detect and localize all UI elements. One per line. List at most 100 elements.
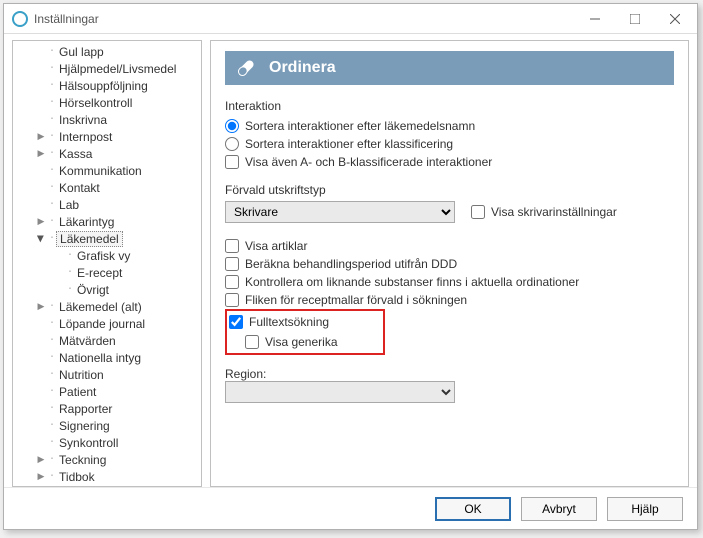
check-ddd[interactable]: Beräkna behandlingsperiod utifrån DDD — [225, 255, 674, 273]
ok-button[interactable]: OK — [435, 497, 511, 521]
expander-spacer — [35, 80, 47, 92]
radio-sort-name-input[interactable] — [225, 119, 239, 133]
check-generika[interactable]: Visa generika — [229, 333, 377, 351]
tree-item[interactable]: ·Gul lapp — [13, 43, 201, 60]
minimize-button[interactable] — [575, 5, 615, 33]
tree-item[interactable]: ▶·Läkemedel — [13, 230, 201, 247]
tree-item[interactable]: ·Kommunikation — [13, 162, 201, 179]
tree-item-label: Teckning — [56, 453, 109, 467]
cancel-button[interactable]: Avbryt — [521, 497, 597, 521]
tree-item[interactable]: ·Löpande journal — [13, 315, 201, 332]
maximize-button[interactable] — [615, 5, 655, 33]
radio-sort-name[interactable]: Sortera interaktioner efter läkemedelsna… — [225, 117, 674, 135]
tree-item[interactable]: ·Patient — [13, 383, 201, 400]
tree-item[interactable]: ▶·Läkemedel (alt) — [13, 298, 201, 315]
check-similar-substances-input[interactable] — [225, 275, 239, 289]
tree-item-label: Inskrivna — [56, 113, 110, 127]
tree-item-label: Kontakt — [56, 181, 103, 195]
check-similar-substances[interactable]: Kontrollera om liknande substanser finns… — [225, 273, 674, 291]
chevron-icon[interactable]: ▶ — [35, 216, 47, 228]
tree-item[interactable]: ·Rapporter — [13, 400, 201, 417]
tree-item[interactable]: ·E-recept — [13, 264, 201, 281]
tree-item[interactable]: ·Lab — [13, 196, 201, 213]
tree-item[interactable]: ·Signering — [13, 417, 201, 434]
expander-spacer — [35, 403, 47, 415]
tree-item[interactable]: ·Nationella intyg — [13, 349, 201, 366]
expander-spacer — [35, 97, 47, 109]
region-select[interactable] — [225, 381, 455, 403]
tree-item[interactable]: ▶·Tidbok — [13, 468, 201, 485]
tree-dots: · — [49, 454, 54, 465]
tree-item[interactable]: ▶·Internpost — [13, 128, 201, 145]
window-title: Inställningar — [34, 12, 575, 26]
tree-item-label: Gul lapp — [56, 45, 107, 59]
tree-item-label: Nationella intyg — [56, 351, 144, 365]
chevron-icon[interactable]: ▶ — [35, 148, 47, 160]
tree-item[interactable]: ·Hälsouppföljning — [13, 77, 201, 94]
tree-item[interactable]: ·Hörselkontroll — [13, 94, 201, 111]
settings-window: Inställningar ·Gul lapp·Hjälpmedel/Livsm… — [3, 3, 698, 530]
check-fulltext[interactable]: Fulltextsökning — [229, 313, 377, 331]
expander-spacer — [35, 437, 47, 449]
tree-dots: · — [49, 199, 54, 210]
tree-item[interactable]: ·Inskrivna — [13, 111, 201, 128]
chevron-icon[interactable]: ▶ — [35, 454, 47, 466]
check-show-articles[interactable]: Visa artiklar — [225, 237, 674, 255]
tree-item[interactable]: ▶·Kassa — [13, 145, 201, 162]
tree-dots: · — [49, 301, 54, 312]
expander-spacer — [35, 386, 47, 398]
chevron-icon[interactable]: ▶ — [35, 301, 47, 313]
tree-item[interactable]: ·Mätvärden — [13, 332, 201, 349]
check-recipe-tab-input[interactable] — [225, 293, 239, 307]
chevron-icon[interactable]: ▶ — [35, 233, 47, 245]
check-printer-settings-input[interactable] — [471, 205, 485, 219]
nav-tree[interactable]: ·Gul lapp·Hjälpmedel/Livsmedel·Hälsouppf… — [12, 40, 202, 487]
tree-item[interactable]: ▶·Läkarintyg — [13, 213, 201, 230]
expander-spacer — [53, 250, 65, 262]
chevron-icon[interactable]: ▶ — [35, 471, 47, 483]
check-recipe-tab[interactable]: Fliken för receptmallar förvald i söknin… — [225, 291, 674, 309]
tree-item-label: Synkontroll — [56, 436, 121, 450]
expander-spacer — [35, 352, 47, 364]
tree-item[interactable]: ·Synkontroll — [13, 434, 201, 451]
close-button[interactable] — [655, 5, 695, 33]
check-show-articles-input[interactable] — [225, 239, 239, 253]
panel-header: Ordinera — [225, 51, 674, 85]
check-printer-settings[interactable]: Visa skrivarinställningar — [471, 203, 617, 221]
tree-dots: · — [49, 148, 54, 159]
tree-item[interactable]: ·Nutrition — [13, 366, 201, 383]
tree-dots: · — [67, 250, 72, 261]
tree-dots: · — [49, 182, 54, 193]
tree-item[interactable]: ·Kontakt — [13, 179, 201, 196]
radio-sort-class[interactable]: Sortera interaktioner efter klassificeri… — [225, 135, 674, 153]
tree-dots: · — [49, 63, 54, 74]
tree-item-label: Kommunikation — [56, 164, 145, 178]
tree-dots: · — [49, 233, 54, 244]
tree-item[interactable]: ·Hjälpmedel/Livsmedel — [13, 60, 201, 77]
titlebar: Inställningar — [4, 4, 697, 34]
chevron-icon[interactable]: ▶ — [35, 131, 47, 143]
help-button[interactable]: Hjälp — [607, 497, 683, 521]
tree-item-label: Kassa — [56, 147, 95, 161]
check-show-ab-input[interactable] — [225, 155, 239, 169]
tree-dots: · — [49, 80, 54, 91]
tree-item[interactable]: ▶·Teckning — [13, 451, 201, 468]
tree-dots: · — [49, 216, 54, 227]
expander-spacer — [35, 318, 47, 330]
tree-item[interactable]: ·Grafisk vy — [13, 247, 201, 264]
tree-item-label: Lab — [56, 198, 82, 212]
print-type-select[interactable]: Skrivare — [225, 201, 455, 223]
expander-spacer — [53, 267, 65, 279]
check-generika-input[interactable] — [245, 335, 259, 349]
check-ddd-input[interactable] — [225, 257, 239, 271]
tree-dots: · — [49, 131, 54, 142]
print-label: Förvald utskriftstyp — [225, 183, 674, 197]
tree-item-label: Nutrition — [56, 368, 107, 382]
check-show-ab[interactable]: Visa även A- och B-klassificerade intera… — [225, 153, 674, 171]
check-fulltext-input[interactable] — [229, 315, 243, 329]
interaktion-label: Interaktion — [225, 99, 674, 113]
tree-item[interactable]: ·Övrigt — [13, 281, 201, 298]
radio-sort-class-input[interactable] — [225, 137, 239, 151]
tree-item-label: Läkarintyg — [56, 215, 117, 229]
expander-spacer — [35, 165, 47, 177]
